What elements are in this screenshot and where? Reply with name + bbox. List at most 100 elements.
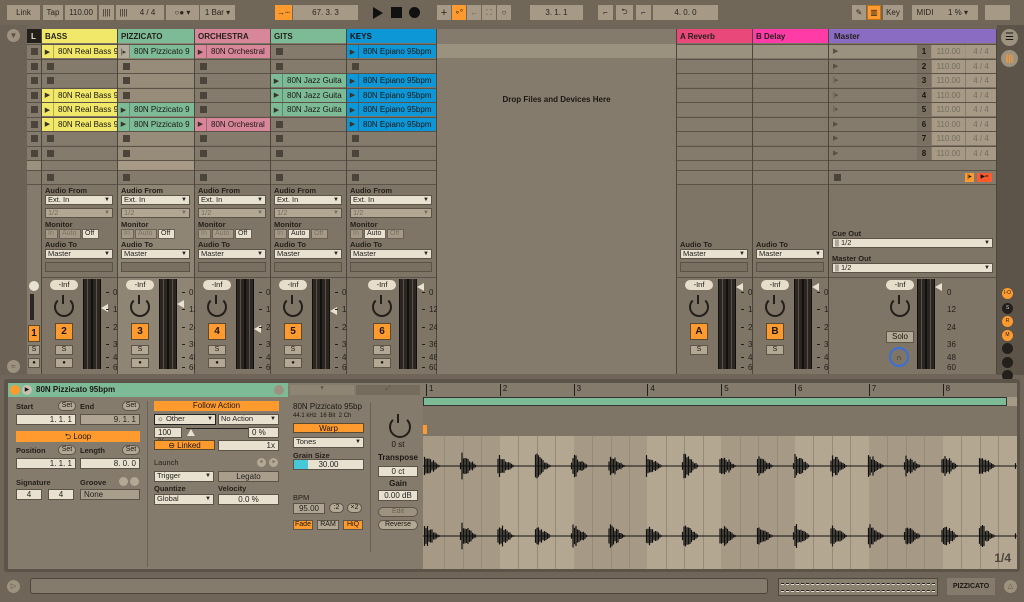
monitor-in-button[interactable]: In [350,229,363,239]
scene-tempo[interactable]: 110.00 [932,74,965,87]
clip-slot[interactable] [347,131,436,145]
clip[interactable]: ▶ 80N Pizzicato 9 [118,103,194,116]
monitor-off-button[interactable]: Off [311,229,328,239]
input-channel-select[interactable]: 1/2 [45,208,113,218]
mixer-toggle-icon[interactable]: ||| [1001,50,1018,67]
solo-button[interactable]: S [55,345,73,355]
clip-play-icon[interactable]: ▶ [42,88,54,102]
scene-row[interactable]: ▶ 2 110.00 4 / 4 [829,58,996,73]
multiplier-field[interactable]: 1x [218,440,279,451]
solo-button[interactable]: S [373,345,391,355]
arrangement-position[interactable]: 67. 3. 3 [293,5,358,20]
volume-display[interactable]: -Inf [279,280,307,290]
stop-icon[interactable] [47,174,54,181]
clip-slot[interactable]: ▶ 80N Orchestral [195,116,270,131]
groove-pool-icon[interactable]: ≈ [7,360,20,373]
bpm-field[interactable]: 95.00 [293,503,325,514]
volume-fader-handle[interactable] [417,283,424,291]
scene-launch-icon[interactable]: |▸ [833,105,838,113]
clip-slot[interactable] [118,145,194,160]
clip-name[interactable]: 80N Pizzicato 95bpm [36,385,115,394]
monitor-in-button[interactable]: In [198,229,211,239]
audio-to-select[interactable]: Master [198,249,266,259]
clip-slot[interactable]: ▶ 80N Orchestral [195,44,270,58]
stop-all-clips-icon[interactable] [834,174,841,181]
stop-icon[interactable] [276,174,283,181]
clip[interactable]: ▶ 80N Epiano 95bpm [347,74,436,87]
track-activator-button[interactable]: 1 [28,325,40,342]
fade-toggle[interactable]: Fade [293,520,313,530]
detune-field[interactable]: 0 ct [378,466,418,477]
slot[interactable] [27,102,41,116]
link-button[interactable]: Link [7,5,40,20]
clip-play-icon[interactable]: ▶ [22,385,32,395]
track-header[interactable]: GITS [271,29,346,43]
clip-slot[interactable] [42,131,117,145]
clip-slot[interactable]: |▸ 80N Pizzicato 9 [118,44,194,58]
pan-knob[interactable] [765,295,785,317]
toggle-r[interactable]: R [1002,316,1013,327]
volume-display[interactable]: -Inf [203,280,231,290]
audio-to-select[interactable]: Master [121,249,190,259]
audio-to-select[interactable]: Master [756,249,824,259]
clip-slot[interactable] [195,87,270,102]
ram-toggle[interactable]: RAM [317,520,339,530]
clip-play-icon[interactable]: ▶ [347,88,359,102]
track-header[interactable]: KEYS [347,29,436,43]
clip[interactable]: ▶ 80N Orchestral [195,45,270,58]
slot[interactable] [27,145,41,160]
clip-slot[interactable] [118,58,194,73]
clip-slot[interactable]: ▶ 80N Epiano 95bpm [347,102,436,116]
clip[interactable]: ▶ 80N Pizzicato 9 [118,117,194,131]
scene-signature[interactable]: 4 / 4 [966,45,996,58]
midi-map-button[interactable]: MIDI [912,5,938,20]
clip-play-icon[interactable]: ▶ [271,88,283,102]
clip[interactable]: ▶ 80N Jazz Guita [271,88,346,102]
clip[interactable]: ▶ 80N Epiano 95bpm [347,117,436,131]
clip-slot[interactable] [42,73,117,87]
clip[interactable]: ▶ 80N Orchestral [195,117,270,131]
scene-launch-icon[interactable]: ▶ [833,149,838,157]
scene-tempo[interactable]: 110.00 [932,88,965,102]
clip-slot[interactable] [118,73,194,87]
clip-slot[interactable]: ▶ 80N Real Bass 9 [42,102,117,116]
clip-play-icon[interactable]: ▶ [42,45,54,58]
pan-knob[interactable] [890,295,910,317]
scene-tempo[interactable]: 110.00 [932,132,965,145]
track-stop-slot[interactable] [271,170,346,184]
save-clip-icon[interactable] [274,385,284,395]
clip-slot[interactable] [271,116,346,131]
automation-arm-button[interactable]: ∘° [452,5,466,20]
monitor-off-button[interactable]: Off [235,229,252,239]
track-header[interactable]: BASS [42,29,117,43]
scene-row[interactable]: ▶ 8 110.00 4 / 4 [829,145,996,160]
scene-signature[interactable]: 4 / 4 [966,103,996,116]
monitor-auto-button[interactable]: Auto [212,229,234,239]
chance-slider[interactable] [186,428,248,429]
record-arm-button[interactable]: ● [55,358,73,368]
scene-signature[interactable]: 4 / 4 [966,59,996,73]
metronome-button[interactable]: ○● ▾ [166,5,199,20]
velocity-field[interactable]: 0.0 % [218,494,279,505]
clip-slot[interactable] [195,131,270,145]
draw-mode-button[interactable]: ✎ [852,5,866,20]
track-header[interactable]: A Reverb [677,29,752,43]
clip-slot[interactable] [271,58,346,73]
clip[interactable]: ▶ 80N Real Bass 9 [42,88,117,102]
clip-play-icon[interactable]: ▶ [271,74,283,87]
transpose-knob[interactable] [389,414,411,438]
clip-slot[interactable]: ▶ 80N Pizzicato 9 [118,116,194,131]
clip-slot[interactable] [347,145,436,160]
follow-action-icon[interactable]: |▸ [965,173,974,182]
signature-denominator[interactable]: 4 [48,489,74,500]
clip[interactable]: ▶ 80N Real Bass 9 [42,103,117,116]
end-set-button[interactable]: Set [122,401,140,411]
track-header[interactable]: B Delay [753,29,828,43]
double-tempo-button[interactable]: ×2 [347,503,362,513]
length-set-button[interactable]: Set [122,445,140,455]
scene-row[interactable]: ▶ 1 110.00 4 / 4 [829,44,996,58]
loop-toggle[interactable]: ⮌ Loop [16,431,140,442]
clip-slot[interactable] [118,131,194,145]
clip-slot[interactable]: ▶ 80N Pizzicato 9 [118,102,194,116]
slot[interactable] [27,44,41,58]
